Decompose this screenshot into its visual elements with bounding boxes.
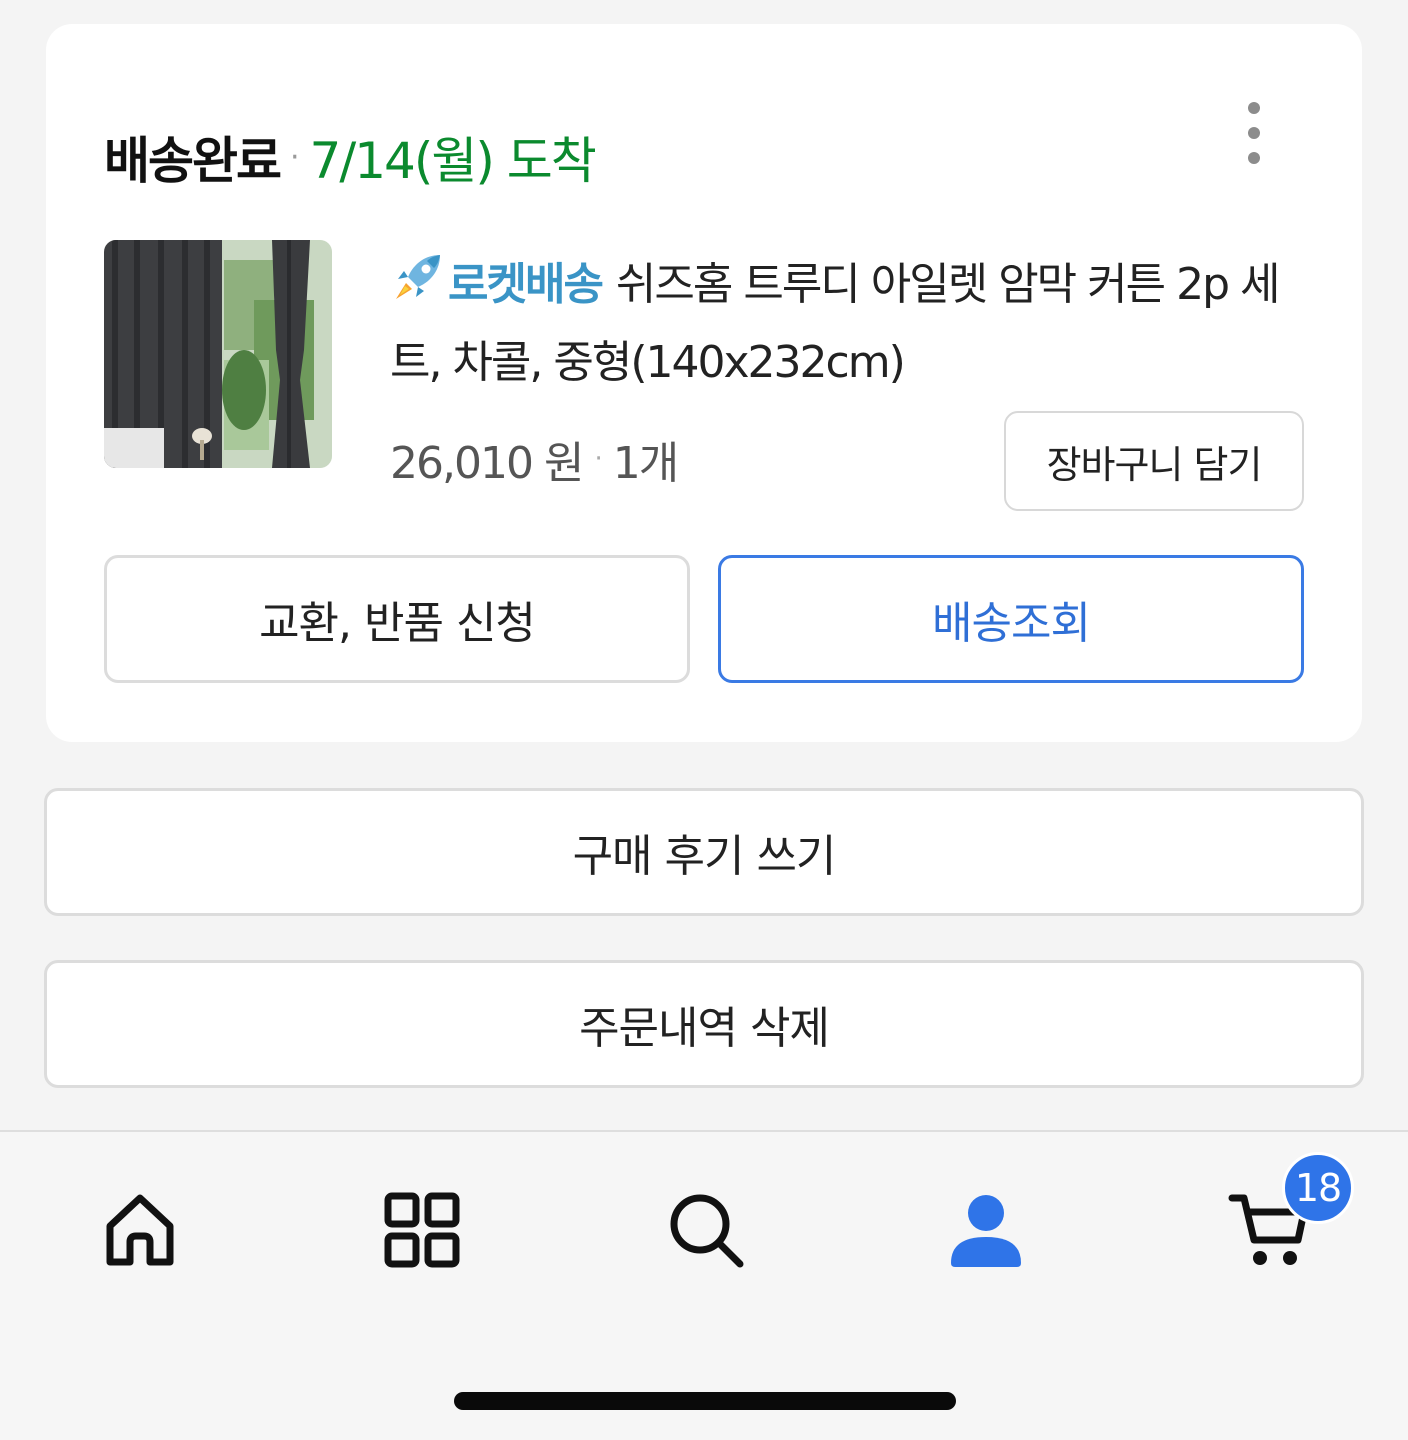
user-icon[interactable] [936, 1180, 1036, 1280]
product-quantity: 1개 [612, 438, 679, 489]
product-thumbnail[interactable] [104, 240, 332, 468]
order-detail-page: 배송완료 · 7/14(월) 도착 로켓배송 쉬즈홈 트루디 아일렛 암막 커튼… [0, 0, 1408, 1440]
order-card: 배송완료 · 7/14(월) 도착 로켓배송 쉬즈홈 트루디 아일렛 암막 커튼… [46, 24, 1362, 742]
home-indicator[interactable] [454, 1392, 956, 1410]
home-icon[interactable] [90, 1180, 190, 1280]
rocket-icon [396, 255, 440, 299]
product-price: 26,010 원 [390, 438, 584, 489]
search-icon[interactable] [656, 1180, 756, 1280]
track-delivery-button[interactable]: 배송조회 [718, 555, 1304, 683]
delivery-status: 배송완료 [104, 132, 282, 190]
delivery-status-line: 배송완료 · 7/14(월) 도착 [104, 122, 597, 192]
add-to-cart-button[interactable]: 장바구니 담기 [1004, 411, 1304, 511]
rocket-delivery-badge: 로켓배송 [448, 259, 604, 310]
arrival-date: 7/14(월) 도착 [309, 132, 597, 190]
categories-icon[interactable] [372, 1180, 472, 1280]
price-line: 26,010 원 · 1개 [390, 429, 679, 489]
exchange-return-button[interactable]: 교환, 반품 신청 [104, 555, 690, 683]
product-title[interactable]: 로켓배송 쉬즈홈 트루디 아일렛 암막 커튼 2p 세트, 차콜, 중형(140x… [390, 246, 1320, 402]
separator-dot: · [594, 444, 602, 474]
more-vertical-icon[interactable] [1230, 98, 1278, 168]
separator-dot: · [290, 139, 300, 175]
write-review-button[interactable]: 구매 후기 쓰기 [44, 788, 1364, 916]
delete-order-button[interactable]: 주문내역 삭제 [44, 960, 1364, 1088]
cart-count-badge: 18 [1282, 1152, 1354, 1224]
